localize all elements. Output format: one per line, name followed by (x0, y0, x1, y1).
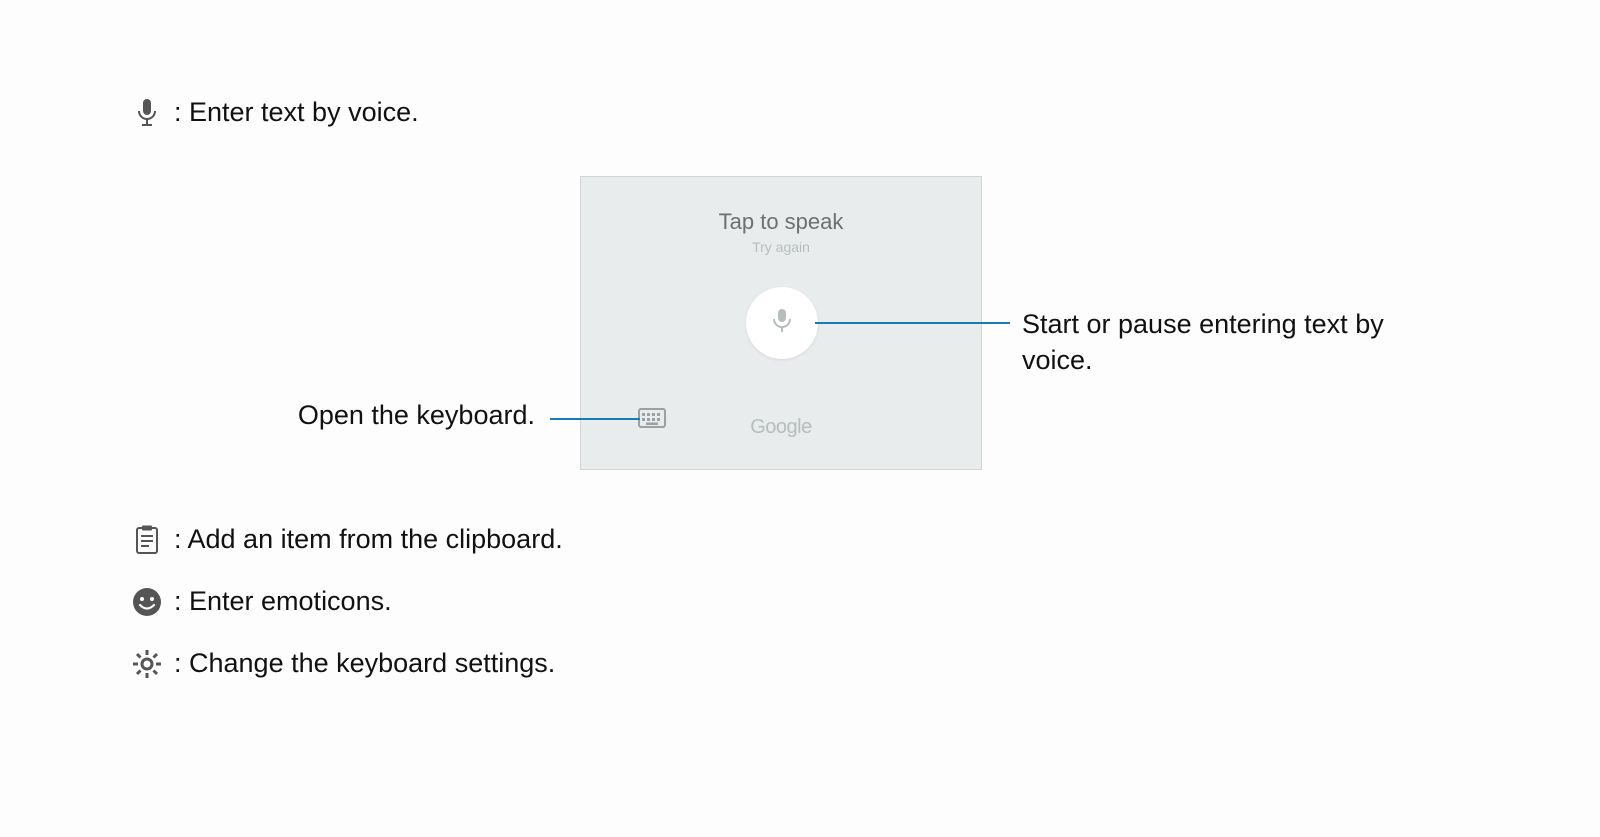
bullet-clipboard-text: : Add an item from the clipboard. (174, 524, 563, 555)
microphone-icon (772, 308, 792, 339)
bullet-emoticons-text: : Enter emoticons. (174, 586, 392, 617)
microphone-icon (130, 98, 164, 128)
panel-title: Tap to speak (581, 209, 981, 235)
bullet-clipboard: : Add an item from the clipboard. (130, 524, 563, 555)
panel-subtitle: Try again (581, 239, 981, 255)
bullet-voice-text: : Enter text by voice. (174, 97, 419, 128)
callout-mic-text: Start or pause entering text by voice. (1022, 306, 1452, 379)
smiley-icon (130, 587, 164, 617)
callout-line-keyboard (550, 418, 640, 420)
bullet-emoticons: : Enter emoticons. (130, 586, 392, 617)
clipboard-icon (130, 525, 164, 555)
gear-icon (130, 649, 164, 679)
bullet-settings: : Change the keyboard settings. (130, 648, 555, 679)
callout-line-mic (815, 322, 1010, 324)
google-logo-text: Google (581, 416, 981, 439)
callout-keyboard-text: Open the keyboard. (135, 400, 535, 431)
voice-mic-button[interactable] (746, 287, 818, 359)
bullet-settings-text: : Change the keyboard settings. (174, 648, 555, 679)
bullet-voice: : Enter text by voice. (130, 97, 419, 128)
